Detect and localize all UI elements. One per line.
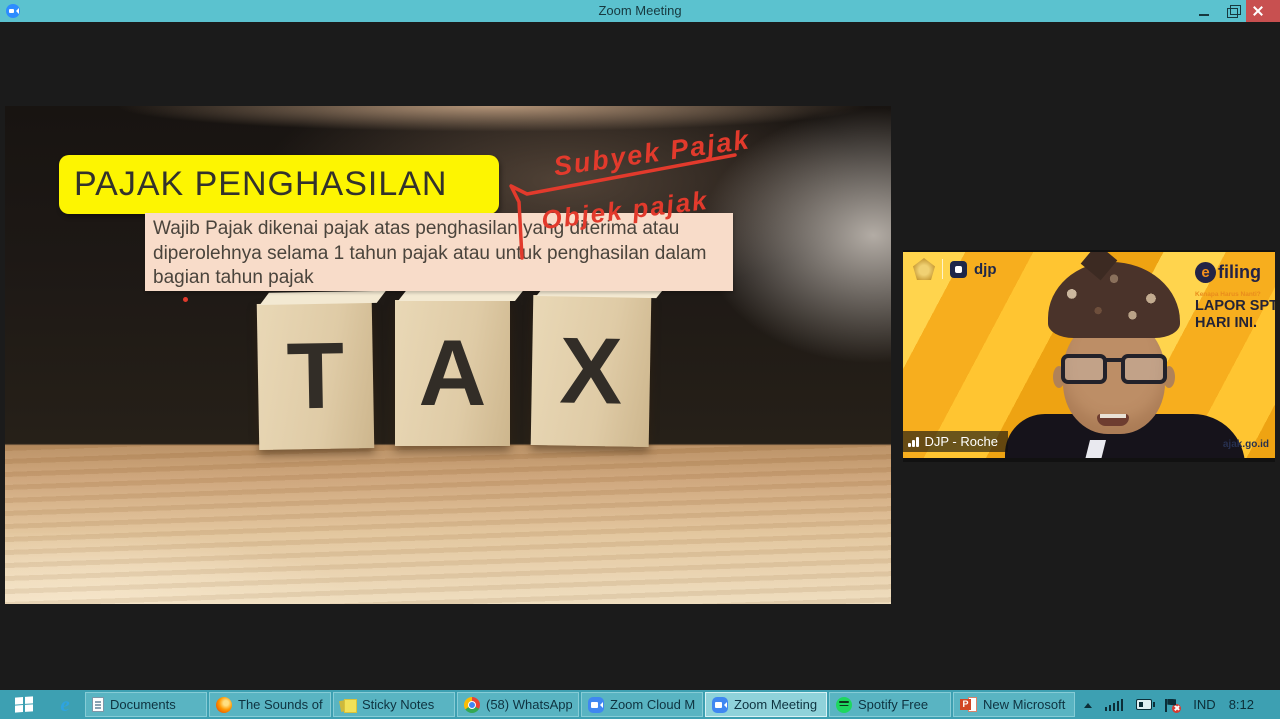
tax-letter: X	[559, 323, 623, 418]
language-indicator[interactable]: IND	[1193, 697, 1215, 712]
internet-explorer-icon: e	[60, 694, 69, 715]
zoom-camera-icon	[588, 697, 604, 713]
efiling-brand-text: filing	[1218, 262, 1261, 283]
efiling-banner: e filing Kenapa Harus Nanti? LAPOR SPT H…	[1195, 262, 1261, 331]
video-header-logos: djp	[913, 258, 997, 280]
efiling-logo-icon: e	[1195, 262, 1216, 283]
powerpoint-icon: P	[960, 697, 977, 712]
sticky-notes-icon	[340, 697, 356, 713]
shared-screen-slide: T A X PAJAK PENGHASILAN Wajib Pajak dike…	[5, 106, 891, 604]
participant-name: DJP - Roche	[925, 434, 998, 449]
taskbar-button-zoom-cloud[interactable]: Zoom Cloud M...	[581, 692, 703, 717]
avatar-headband	[1048, 262, 1180, 338]
tax-block-a: A	[395, 300, 510, 446]
efiling-tagline: Kenapa Harus Nanti?	[1195, 291, 1261, 298]
djp-logo-icon	[950, 261, 967, 278]
show-hidden-icons-icon[interactable]	[1084, 699, 1092, 708]
video-watermark: ajak.go.id	[1223, 439, 1269, 450]
efiling-line1: LAPOR SPT	[1195, 298, 1261, 315]
audio-signal-icon	[908, 437, 919, 447]
avatar-head	[1055, 262, 1173, 434]
efiling-line2: HARI INI.	[1195, 315, 1261, 332]
taskbar-button-powerpoint[interactable]: P New Microsoft ...	[953, 692, 1075, 717]
zoom-camera-icon	[712, 697, 728, 713]
djp-logo-text: djp	[974, 261, 997, 278]
firefox-icon	[216, 697, 232, 713]
tax-letter: A	[419, 326, 487, 420]
system-tray: IND 8:12	[1084, 690, 1280, 719]
network-signal-icon[interactable]	[1105, 699, 1124, 711]
participant-name-label: DJP - Roche	[903, 431, 1008, 452]
tax-letter: T	[286, 329, 345, 424]
windows-logo-icon	[15, 696, 32, 712]
action-center-flag-icon[interactable]	[1165, 698, 1180, 712]
taskbar-button-zoom-meeting[interactable]: Zoom Meeting	[705, 692, 827, 717]
annotation-dot	[183, 297, 188, 302]
restore-button[interactable]	[1218, 0, 1246, 22]
minimize-button[interactable]	[1190, 0, 1218, 22]
tax-block-t: T	[257, 302, 375, 450]
taskbar-button-sounds[interactable]: The Sounds of I...	[209, 692, 331, 717]
slide-title: PAJAK PENGHASILAN	[59, 155, 499, 214]
participant-video-tile[interactable]: djp e filing Kenapa Harus Nanti? LAPOR S…	[903, 250, 1275, 462]
tax-block-x: X	[531, 295, 652, 447]
window-titlebar: Zoom Meeting	[0, 0, 1280, 22]
clock[interactable]: 8:12	[1229, 697, 1254, 712]
taskbar-button-sticky-notes[interactable]: Sticky Notes	[333, 692, 455, 717]
avatar-glasses	[1059, 354, 1169, 386]
avatar-mouth	[1097, 414, 1129, 426]
battery-icon[interactable]	[1136, 699, 1152, 710]
logo-divider	[942, 259, 943, 279]
kemenkeu-logo-icon	[913, 258, 935, 280]
close-button[interactable]	[1246, 0, 1280, 22]
taskbar-button-documents[interactable]: Documents	[85, 692, 207, 717]
chrome-icon	[464, 697, 480, 713]
taskbar-button-spotify[interactable]: Spotify Free	[829, 692, 951, 717]
window-title: Zoom Meeting	[0, 0, 1280, 22]
participant-avatar	[1033, 260, 1193, 462]
spotify-icon	[836, 697, 852, 713]
start-button[interactable]	[0, 690, 46, 719]
taskbar-button-whatsapp[interactable]: (58) WhatsApp ...	[457, 692, 579, 717]
taskbar: e Documents The Sounds of I... Sticky No…	[0, 690, 1280, 719]
slide-photo-table	[5, 446, 891, 604]
document-icon	[92, 697, 104, 712]
window-controls	[1190, 0, 1280, 22]
zoom-meeting-window: Zoom Meeting T A X PAJAK PENGHASILAN Waj…	[0, 0, 1280, 719]
taskbar-internet-explorer[interactable]: e	[46, 690, 84, 719]
